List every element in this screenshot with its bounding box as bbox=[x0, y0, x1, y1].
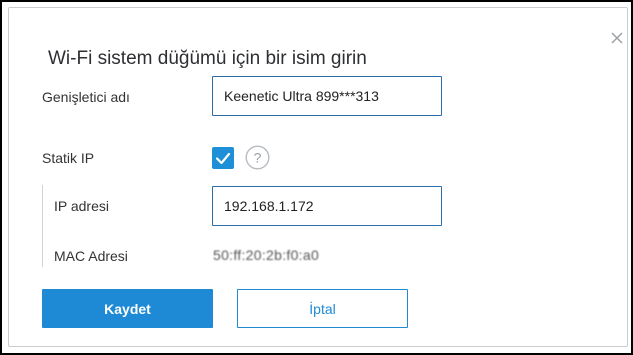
screenshot-frame: Wi-Fi sistem düğümü için bir isim girin … bbox=[0, 0, 633, 355]
indent-divider bbox=[42, 185, 43, 267]
name-node-dialog: Wi-Fi sistem düğümü için bir isim girin … bbox=[8, 7, 628, 347]
mac-address-value: 50:ff:20:2b:f0:a0 bbox=[213, 247, 320, 263]
ip-address-label: IP adresi bbox=[54, 198, 109, 214]
mac-address-label: MAC Adresi bbox=[54, 248, 128, 264]
question-circle-icon[interactable]: ? bbox=[245, 145, 270, 170]
save-button[interactable]: Kaydet bbox=[42, 289, 213, 328]
cancel-button[interactable]: İptal bbox=[237, 289, 408, 328]
ip-address-input[interactable] bbox=[212, 186, 442, 226]
svg-text:?: ? bbox=[254, 150, 262, 166]
dialog-title: Wi-Fi sistem düğümü için bir isim girin bbox=[48, 48, 367, 69]
extender-name-input[interactable] bbox=[212, 76, 442, 116]
close-icon[interactable] bbox=[609, 30, 625, 46]
static-ip-label: Statik IP bbox=[42, 150, 95, 166]
checkmark-icon bbox=[215, 152, 231, 165]
extender-name-label: Genişletici adı bbox=[42, 89, 130, 105]
static-ip-checkbox[interactable] bbox=[212, 147, 234, 169]
